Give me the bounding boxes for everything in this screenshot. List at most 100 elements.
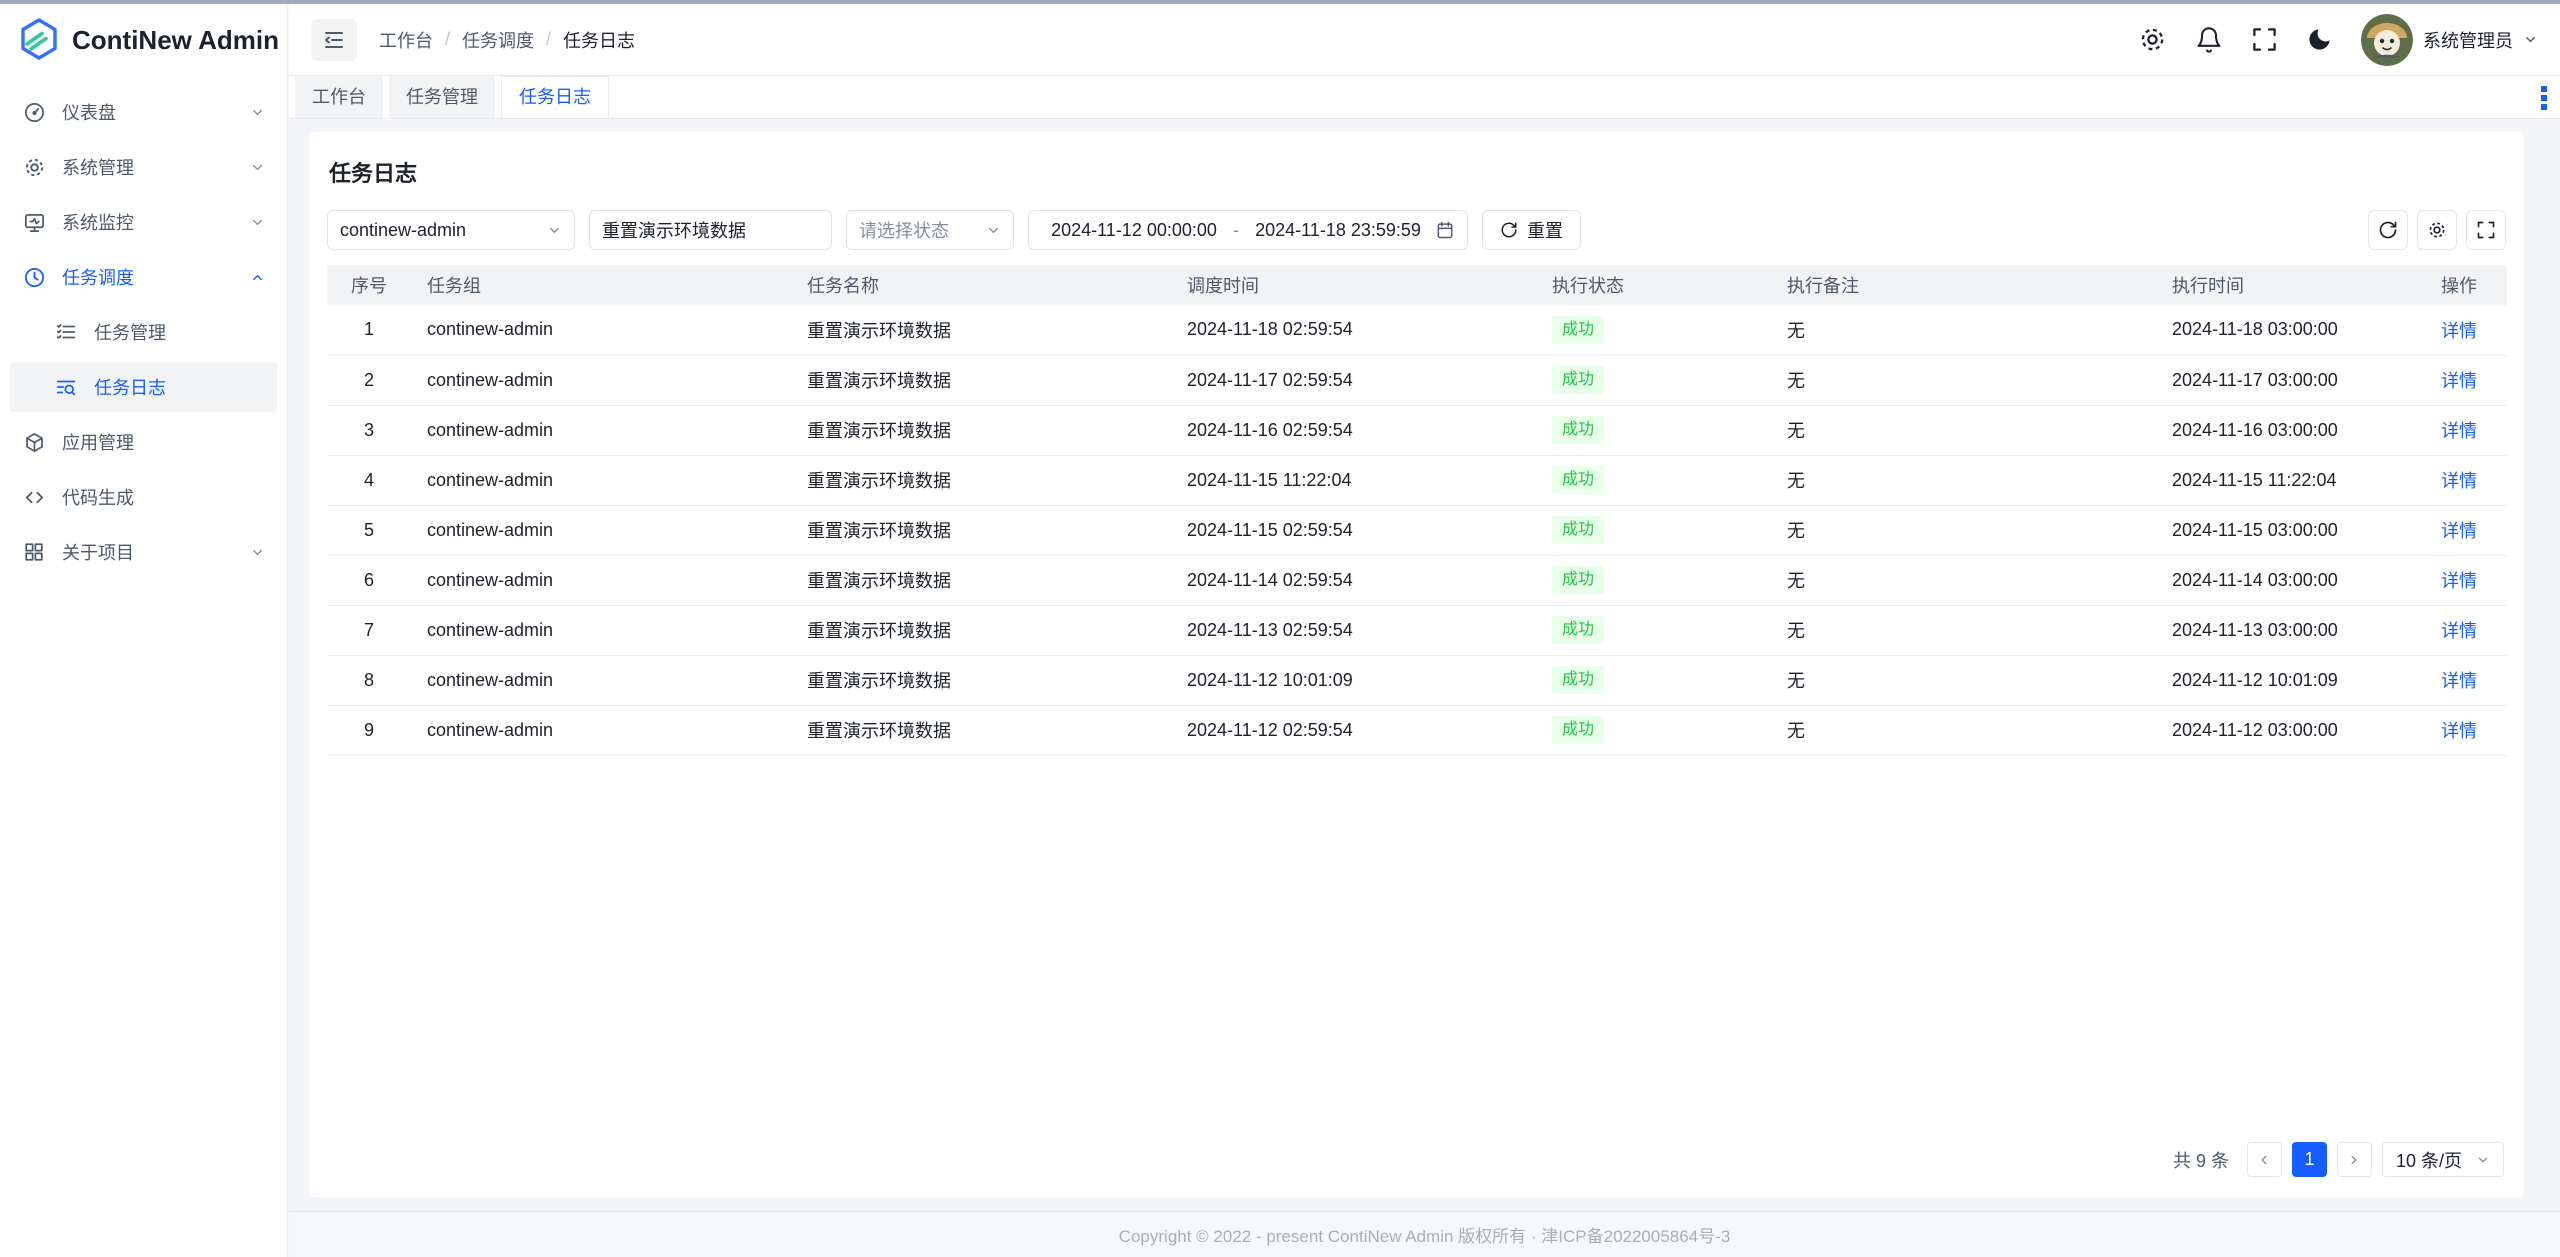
tab-task-management[interactable]: 任务管理: [389, 76, 495, 118]
chevron-down-icon: [986, 223, 1001, 238]
sidebar-item-label: 应用管理: [62, 429, 265, 455]
topbar: 工作台 / 任务调度 / 任务日志: [289, 4, 2560, 76]
task-log-card: 任务日志 continew-admin 请选择状态: [309, 132, 2524, 1197]
col-remark: 执行备注: [1771, 265, 2156, 305]
clock-icon: [22, 266, 46, 289]
row-remark: 无: [1771, 605, 2156, 655]
refresh-icon: [1500, 221, 1518, 239]
sidebar-item-task-log[interactable]: 任务日志: [10, 362, 277, 412]
detail-link[interactable]: 详情: [2441, 621, 2477, 641]
sidebar-item-system-management[interactable]: 系统管理: [10, 142, 277, 192]
footer: Copyright © 2022 - present ContiNew Admi…: [289, 1211, 2560, 1257]
app-title: ContiNew Admin: [72, 25, 279, 56]
status-badge: 成功: [1552, 416, 1604, 444]
detail-link[interactable]: 详情: [2441, 571, 2477, 591]
grid-icon: [22, 541, 46, 563]
prev-page-button[interactable]: [2247, 1142, 2282, 1177]
row-schedule-time: 2024-11-13 02:59:54: [1171, 605, 1536, 655]
col-group: 任务组: [411, 265, 791, 305]
sidebar-item-task-scheduler[interactable]: 任务调度: [10, 252, 277, 302]
row-remark: 无: [1771, 305, 2156, 355]
detail-link[interactable]: 详情: [2441, 521, 2477, 541]
table-row: 3 continew-admin 重置演示环境数据 2024-11-16 02:…: [327, 405, 2507, 455]
reset-button-label: 重置: [1527, 217, 1563, 243]
page-title: 任务日志: [329, 156, 2504, 188]
row-group: continew-admin: [411, 705, 791, 755]
row-index: 8: [327, 655, 411, 705]
col-action: 操作: [2411, 265, 2507, 305]
status-select[interactable]: 请选择状态: [846, 210, 1014, 250]
row-name: 重置演示环境数据: [791, 405, 1171, 455]
sidebar-item-label: 关于项目: [62, 539, 234, 565]
next-page-button[interactable]: [2337, 1142, 2372, 1177]
page-size-select[interactable]: 10 条/页: [2382, 1142, 2504, 1177]
detail-link[interactable]: 详情: [2441, 671, 2477, 691]
task-name-input[interactable]: [589, 210, 832, 250]
sidebar-item-task-management[interactable]: 任务管理: [10, 307, 277, 357]
dark-mode-moon-icon[interactable]: [2306, 26, 2333, 53]
detail-link[interactable]: 详情: [2441, 371, 2477, 391]
detail-link[interactable]: 详情: [2441, 421, 2477, 441]
table-row: 1 continew-admin 重置演示环境数据 2024-11-18 02:…: [327, 305, 2507, 355]
status-badge: 成功: [1552, 566, 1604, 594]
tab-task-log[interactable]: 任务日志: [501, 76, 609, 118]
row-index: 2: [327, 355, 411, 405]
code-icon: [22, 486, 46, 509]
col-name: 任务名称: [791, 265, 1171, 305]
menu-fold-icon: [322, 28, 346, 52]
row-name: 重置演示环境数据: [791, 455, 1171, 505]
reset-button[interactable]: 重置: [1482, 210, 1581, 250]
column-settings-gear-icon[interactable]: [2417, 210, 2457, 250]
page-size-value: 10 条/页: [2396, 1147, 2462, 1173]
avatar: [2361, 14, 2413, 66]
row-index: 3: [327, 405, 411, 455]
row-index: 4: [327, 455, 411, 505]
tab-workbench[interactable]: 工作台: [295, 76, 383, 118]
status-badge: 成功: [1552, 366, 1604, 394]
pagination-total: 共 9 条: [2173, 1147, 2229, 1173]
topbar-actions: 系统管理员: [2138, 14, 2538, 66]
user-menu[interactable]: 系统管理员: [2361, 14, 2538, 66]
table-row: 5 continew-admin 重置演示环境数据 2024-11-15 02:…: [327, 505, 2507, 555]
row-exec-time: 2024-11-15 11:22:04: [2156, 455, 2411, 505]
table-row: 6 continew-admin 重置演示环境数据 2024-11-14 02:…: [327, 555, 2507, 605]
date-range-picker[interactable]: 2024-11-12 00:00:00 - 2024-11-18 23:59:5…: [1028, 210, 1468, 250]
row-schedule-time: 2024-11-12 10:01:09: [1171, 655, 1536, 705]
breadcrumb: 工作台 / 任务调度 / 任务日志: [379, 27, 635, 53]
detail-link[interactable]: 详情: [2441, 471, 2477, 491]
copyright-text: Copyright © 2022 - present ContiNew Admi…: [1119, 1222, 1731, 1247]
settings-icon[interactable]: [2138, 25, 2167, 54]
sidebar-item-dashboard[interactable]: 仪表盘: [10, 87, 277, 137]
current-page-button[interactable]: 1: [2292, 1142, 2327, 1177]
row-exec-time: 2024-11-12 03:00:00: [2156, 705, 2411, 755]
task-group-select[interactable]: continew-admin: [327, 210, 575, 250]
row-index: 5: [327, 505, 411, 555]
chevron-down-icon: [250, 215, 265, 230]
logo: ContiNew Admin: [0, 4, 287, 76]
refresh-icon[interactable]: [2368, 210, 2408, 250]
row-schedule-time: 2024-11-17 02:59:54: [1171, 355, 1536, 405]
gear-icon: [22, 156, 46, 179]
bell-icon[interactable]: [2195, 26, 2223, 54]
sidebar-item-code-generation[interactable]: 代码生成: [10, 472, 277, 522]
fullscreen-icon[interactable]: [2251, 26, 2278, 53]
breadcrumb-item[interactable]: 任务调度: [462, 27, 534, 53]
table-fullscreen-icon[interactable]: [2466, 210, 2506, 250]
row-index: 6: [327, 555, 411, 605]
cube-icon: [22, 431, 46, 454]
dashboard-icon: [22, 101, 46, 124]
detail-link[interactable]: 详情: [2441, 721, 2477, 741]
date-range-separator: -: [1227, 220, 1245, 241]
sidebar-collapse-button[interactable]: [311, 19, 357, 61]
sidebar-item-app-management[interactable]: 应用管理: [10, 417, 277, 467]
row-name: 重置演示环境数据: [791, 505, 1171, 555]
row-name: 重置演示环境数据: [791, 555, 1171, 605]
row-remark: 无: [1771, 455, 2156, 505]
row-remark: 无: [1771, 655, 2156, 705]
detail-link[interactable]: 详情: [2441, 321, 2477, 341]
sidebar-item-system-monitor[interactable]: 系统监控: [10, 197, 277, 247]
more-vertical-icon[interactable]: [2540, 85, 2548, 111]
row-index: 7: [327, 605, 411, 655]
breadcrumb-item[interactable]: 工作台: [379, 27, 433, 53]
sidebar-item-about-project[interactable]: 关于项目: [10, 527, 277, 577]
